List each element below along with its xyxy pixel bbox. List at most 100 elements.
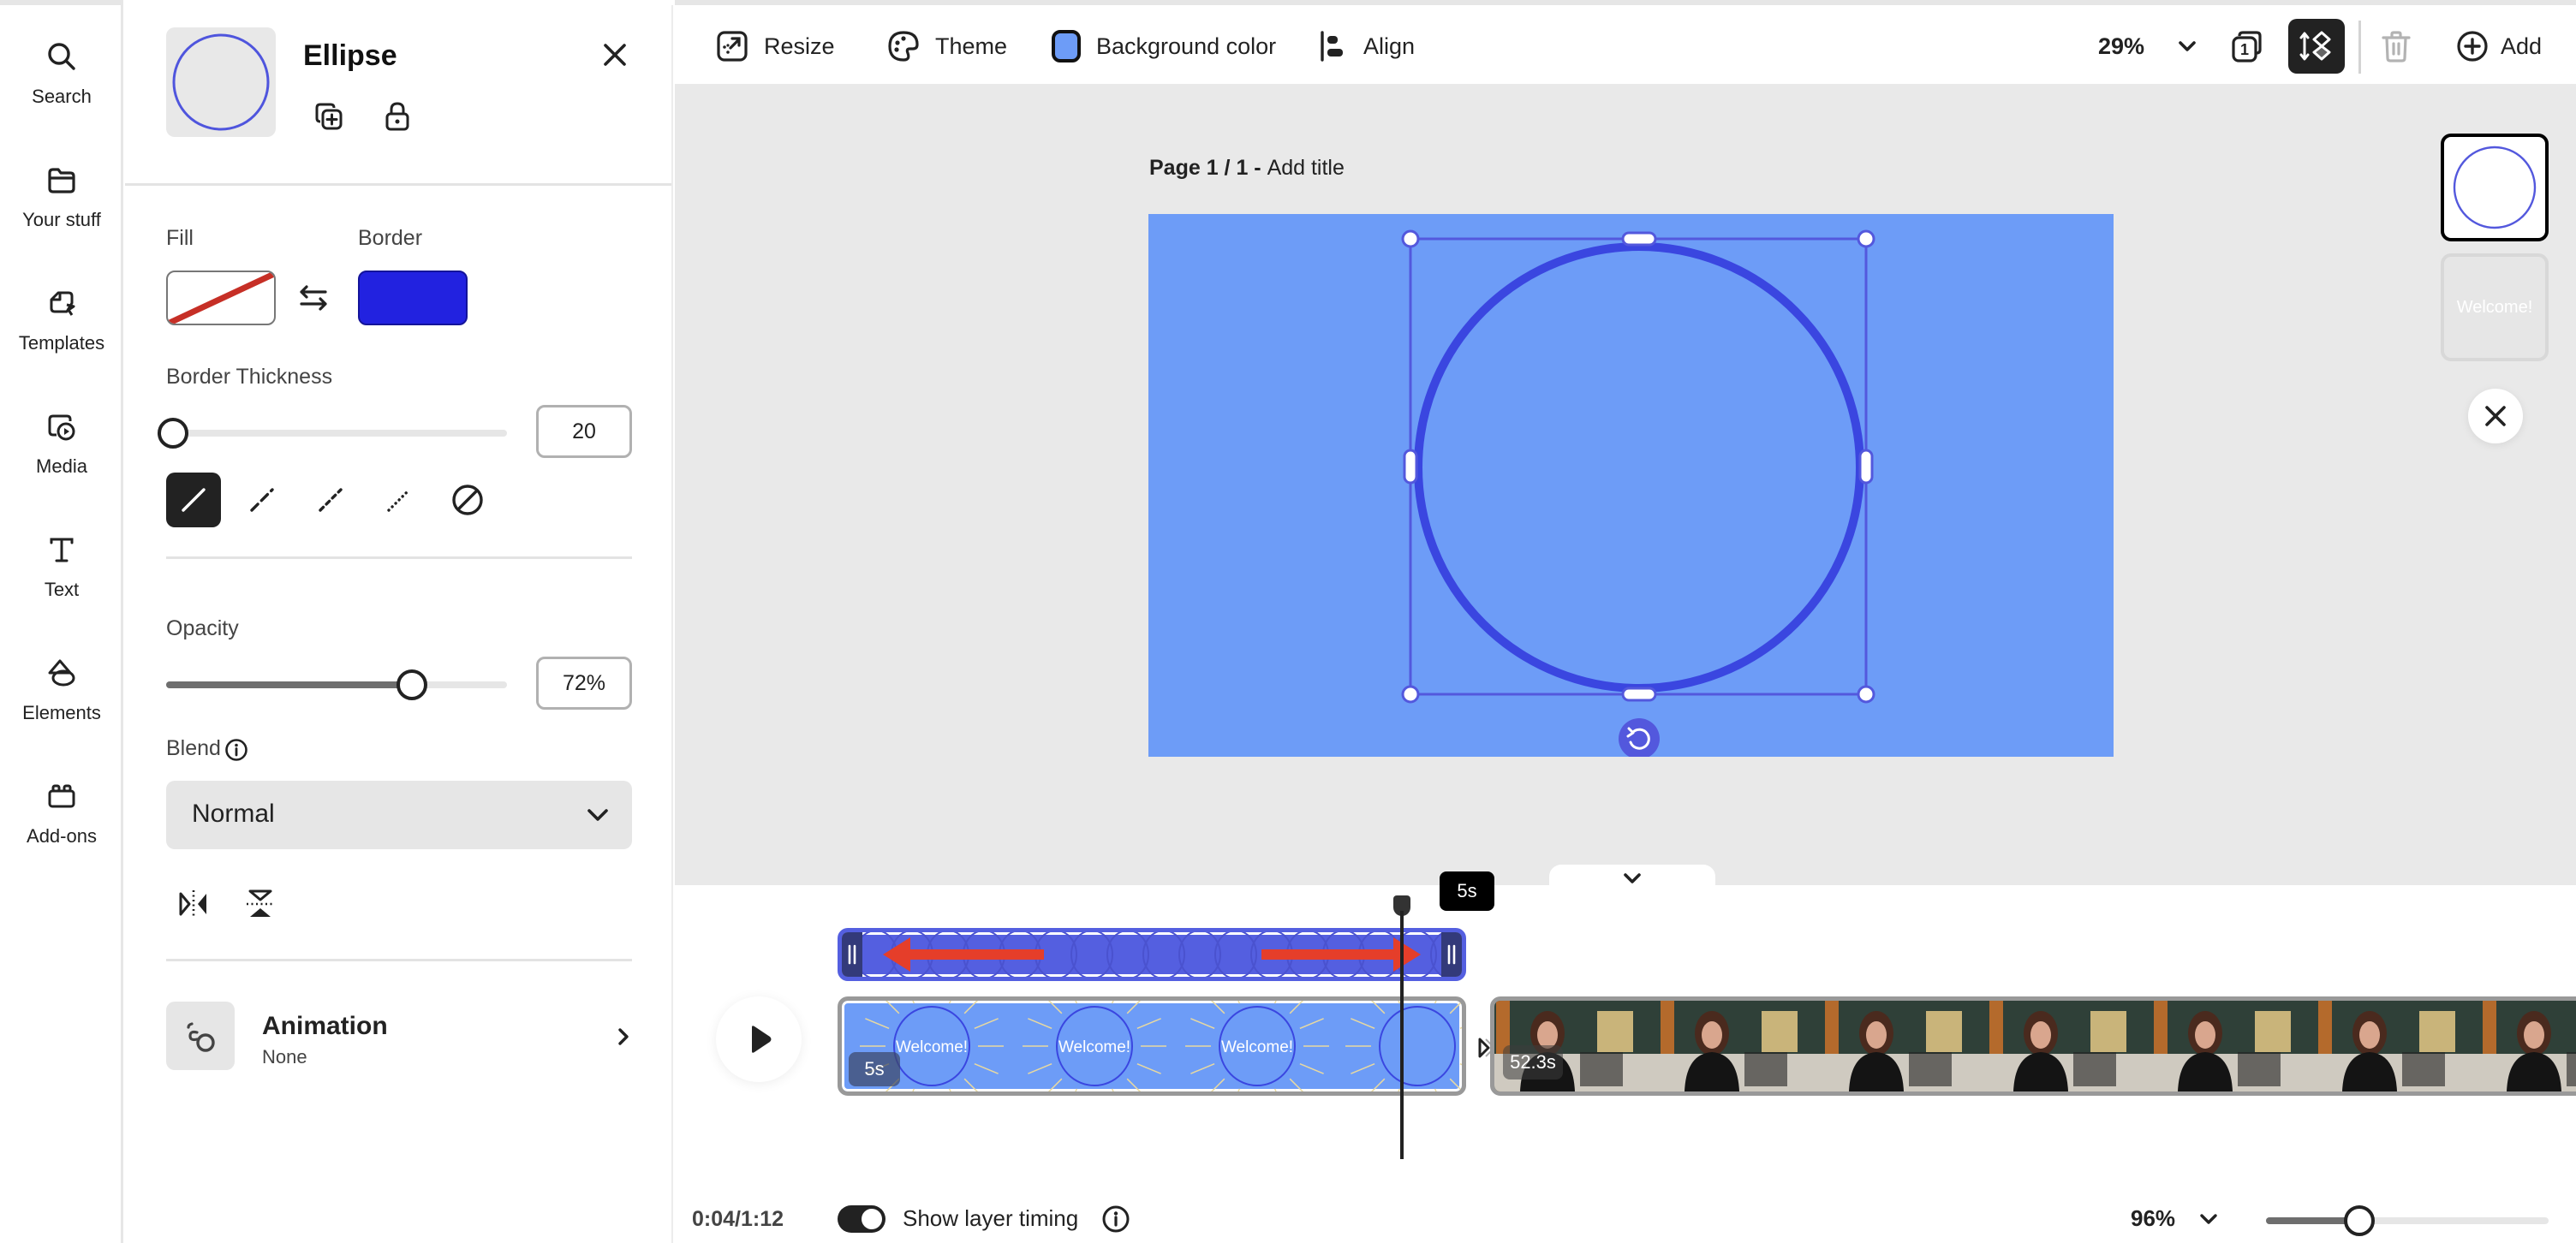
duplicate-button[interactable] xyxy=(312,99,346,134)
close-thumbs-button[interactable] xyxy=(2468,389,2523,443)
video-frame xyxy=(2152,1001,2317,1091)
animation-row[interactable]: Animation None xyxy=(166,1002,632,1072)
page-thumb-ellipse[interactable] xyxy=(2441,134,2549,241)
flip-vertical-button[interactable] xyxy=(243,887,277,921)
lock-button[interactable] xyxy=(380,99,414,134)
video-frame-part xyxy=(2255,1011,2291,1052)
sun-ray xyxy=(1459,1062,1462,1066)
rail-item-elements[interactable]: Elements xyxy=(0,656,123,758)
artboard[interactable] xyxy=(1148,214,2114,757)
page-label: Page 1 / 1 - Add title xyxy=(1149,156,1345,181)
scene-clip-1[interactable]: Welcome! Welcome! Welcome! 5s xyxy=(838,996,1466,1096)
resize-handle-se xyxy=(1857,685,1875,704)
border-thickness-slider[interactable] xyxy=(157,418,507,449)
scene-clip-thumbnails: Welcome! Welcome! Welcome! xyxy=(860,1001,1462,1091)
left-rail: Search Your stuff Templates Media Text E… xyxy=(0,0,123,1243)
border-label: Border xyxy=(358,226,423,250)
video-frame-part xyxy=(2317,1054,2481,1091)
clip-pattern-circle xyxy=(1178,932,1221,977)
blend-mode-value: Normal xyxy=(192,800,275,828)
video-frame-part xyxy=(2419,1011,2455,1052)
layer-clip-ellipse[interactable] xyxy=(838,928,1466,981)
collapse-timeline-button[interactable] xyxy=(1549,865,1715,887)
scene-clip-2-video[interactable]: 52.3s xyxy=(1490,996,2576,1096)
resize-button[interactable]: Resize xyxy=(716,29,835,63)
video-frame-part xyxy=(1909,1052,1952,1086)
sun-ray xyxy=(1299,1062,1324,1074)
sun-ray xyxy=(1028,1018,1052,1030)
arrow-right-annotation xyxy=(1261,937,1421,972)
opacity-input[interactable]: 72% xyxy=(536,657,632,710)
video-frame xyxy=(1659,1001,1823,1091)
blend-info-button[interactable] xyxy=(224,738,248,762)
layers-order-icon xyxy=(2299,31,2331,61)
opacity-slider[interactable] xyxy=(166,669,507,700)
sun-ray xyxy=(1273,1001,1277,1004)
slider-thumb[interactable] xyxy=(157,418,188,449)
play-button[interactable] xyxy=(716,996,802,1082)
rail-item-add-ons[interactable]: Add-ons xyxy=(0,779,123,882)
border-thickness-input[interactable]: 20 xyxy=(536,405,632,458)
animation-label: Animation xyxy=(262,1012,388,1040)
rail-item-search[interactable]: Search xyxy=(0,39,123,142)
resize-handle-e xyxy=(1858,449,1874,485)
sun-ray xyxy=(1273,1088,1277,1091)
border-style-dashed-long[interactable] xyxy=(235,473,289,527)
rail-item-your-stuff[interactable]: Your stuff xyxy=(0,163,123,265)
add-button[interactable]: Add xyxy=(2456,29,2542,63)
info-icon xyxy=(1102,1205,1130,1233)
theme-button[interactable]: Theme xyxy=(887,29,1007,63)
video-frame-part xyxy=(1926,1011,1962,1052)
border-style-dotted[interactable] xyxy=(372,473,426,527)
border-style-dashed[interactable] xyxy=(303,473,358,527)
close-panel-button[interactable] xyxy=(601,41,629,68)
page-thumb-welcome[interactable]: Welcome! xyxy=(2441,253,2549,361)
text-icon xyxy=(50,538,74,562)
rail-item-templates[interactable]: Templates xyxy=(0,286,123,389)
page-title-input[interactable]: Add title xyxy=(1267,156,1345,180)
dashed-line-icon xyxy=(250,488,274,512)
sun-ray xyxy=(1398,1088,1401,1091)
sun-ray xyxy=(948,1088,951,1091)
slider-thumb[interactable] xyxy=(396,669,427,700)
fill-swatch[interactable] xyxy=(166,271,276,325)
rail-item-text[interactable]: Text xyxy=(0,532,123,635)
flip-horizontal-button[interactable] xyxy=(176,887,211,921)
sun-ray xyxy=(1075,1001,1078,1004)
artboard-content xyxy=(1401,229,1875,757)
welcome-text: Welcome! xyxy=(1058,1038,1130,1056)
fill-label: Fill xyxy=(166,226,194,250)
divider xyxy=(125,183,671,186)
show-layer-timing-label: Show layer timing xyxy=(903,1205,1079,1231)
sun-ray xyxy=(974,1018,999,1030)
pages-button[interactable]: 1 xyxy=(2230,29,2264,63)
border-style-solid[interactable] xyxy=(166,473,221,527)
timeline-zoom-slider[interactable] xyxy=(2266,1205,2549,1236)
border-style-none[interactable] xyxy=(440,473,495,527)
sun-ray xyxy=(948,1001,951,1004)
blend-mode-dropdown[interactable]: Normal xyxy=(166,781,632,849)
video-frame xyxy=(1823,1001,1988,1091)
align-button[interactable]: Align xyxy=(1319,29,1415,63)
slider-thumb[interactable] xyxy=(2343,1205,2375,1236)
toggle-knob xyxy=(862,1209,882,1229)
flip-horizontal-icon xyxy=(179,890,206,918)
show-layer-timing-toggle[interactable] xyxy=(838,1205,886,1233)
timeline: 5s Welcome! Welcome! Welcome! 5s 52.3s 0:0… xyxy=(675,871,2576,1243)
layers-order-button[interactable] xyxy=(2288,19,2345,74)
sun-ray xyxy=(885,1001,900,1014)
delete-button[interactable] xyxy=(2381,29,2412,63)
rail-label: Media xyxy=(36,455,87,477)
border-swatch[interactable] xyxy=(358,271,468,325)
background-color-button[interactable]: Background color xyxy=(1052,29,1276,63)
trash-icon xyxy=(2382,31,2411,62)
video-frame-part xyxy=(1744,1052,1787,1086)
timeline-zoom-dropdown[interactable]: 96% xyxy=(2131,1205,2218,1232)
zoom-dropdown[interactable]: 29% xyxy=(2098,29,2197,63)
resize-icon xyxy=(717,31,748,62)
layer-timing-info-button[interactable] xyxy=(1101,1204,1130,1234)
swap-colors-button[interactable] xyxy=(296,281,331,315)
rail-item-media[interactable]: Media xyxy=(0,409,123,512)
blend-label: Blend xyxy=(166,736,221,760)
chevron-down-icon xyxy=(2179,41,2196,51)
